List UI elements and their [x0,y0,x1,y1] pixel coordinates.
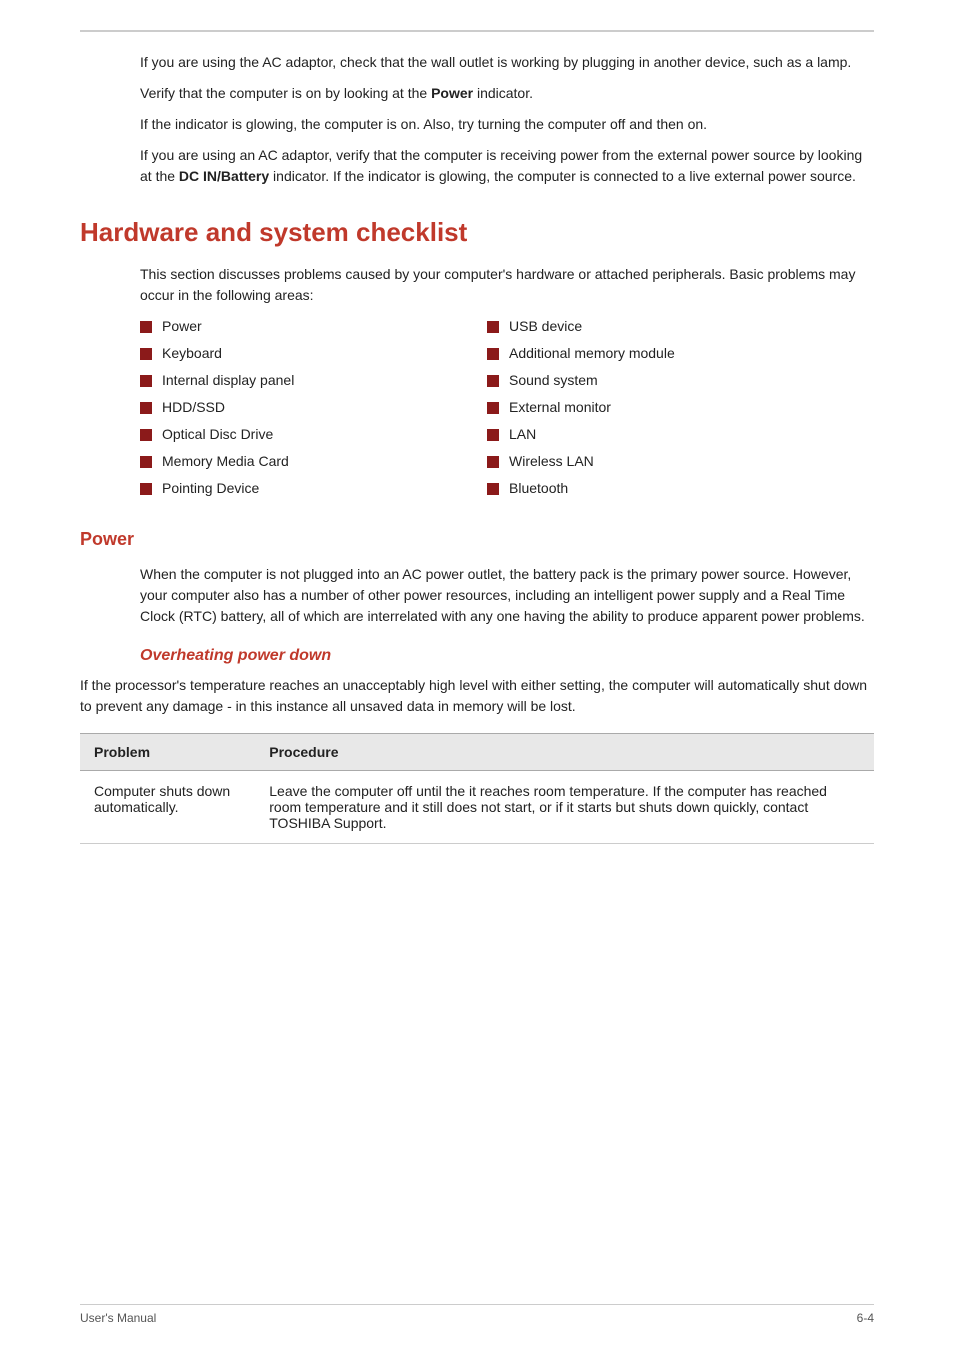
list-item: Bluetooth [487,478,814,499]
list-item: Power [140,316,467,337]
checklist-item-label: Bluetooth [509,478,568,499]
power-section-title: Power [80,529,874,550]
bullet-icon [487,456,499,468]
bullet-icon [140,429,152,441]
checklist-item-label: LAN [509,424,536,445]
checklist-item-label: Optical Disc Drive [162,424,273,445]
footer-right: 6-4 [857,1311,874,1325]
bullet-icon [487,348,499,360]
checklist-item-label: Internal display panel [162,370,294,391]
paragraph-2: Verify that the computer is on by lookin… [140,83,874,104]
list-item: Sound system [487,370,814,391]
list-item: Wireless LAN [487,451,814,472]
table-col-problem: Problem [80,734,255,771]
overheating-subsection-title: Overheating power down [80,647,874,665]
bullet-icon [140,375,152,387]
checklist-item-label: Sound system [509,370,598,391]
checklist-item-label: Power [162,316,202,337]
checklist-item-label: Memory Media Card [162,451,289,472]
list-item: HDD/SSD [140,397,467,418]
list-item: Additional memory module [487,343,814,364]
bullet-icon [140,348,152,360]
checklist-right-col: USB device Additional memory module Soun… [487,316,814,499]
power-body: When the computer is not plugged into an… [80,564,874,627]
list-item: Internal display panel [140,370,467,391]
table-col-procedure: Procedure [255,734,874,771]
top-rule [80,30,874,32]
bullet-icon [140,321,152,333]
checklist-grid: Power Keyboard Internal display panel HD… [140,316,814,499]
table-cell-procedure: Leave the computer off until the it reac… [255,771,874,844]
table-row: Computer shuts down automatically. Leave… [80,771,874,844]
bullet-icon [487,375,499,387]
list-item: Memory Media Card [140,451,467,472]
bullet-icon [140,456,152,468]
overheating-body: If the processor's temperature reaches a… [80,675,874,717]
checklist-left-col: Power Keyboard Internal display panel HD… [140,316,467,499]
bullet-icon [487,321,499,333]
list-item: Optical Disc Drive [140,424,467,445]
paragraph-4: If you are using an AC adaptor, verify t… [140,145,874,187]
bullet-icon [487,429,499,441]
paragraph-1: If you are using the AC adaptor, check t… [140,52,874,73]
footer-left: User's Manual [80,1311,156,1325]
page-footer: User's Manual 6-4 [80,1304,874,1325]
bullet-icon [487,483,499,495]
table-cell-problem: Computer shuts down automatically. [80,771,255,844]
list-item: LAN [487,424,814,445]
checklist-item-label: External monitor [509,397,611,418]
bullet-icon [140,483,152,495]
hardware-intro: This section discusses problems caused b… [80,264,874,306]
list-item: Keyboard [140,343,467,364]
checklist-item-label: USB device [509,316,582,337]
checklist-item-label: HDD/SSD [162,397,225,418]
checklist-item-label: Wireless LAN [509,451,594,472]
paragraph-3: If the indicator is glowing, the compute… [140,114,874,135]
problem-procedure-table: Problem Procedure Computer shuts down au… [80,733,874,844]
list-item: USB device [487,316,814,337]
checklist-item-label: Pointing Device [162,478,259,499]
power-section: Power When the computer is not plugged i… [80,529,874,844]
list-item: External monitor [487,397,814,418]
bullet-icon [140,402,152,414]
bullet-icon [487,402,499,414]
checklist-item-label: Additional memory module [509,343,675,364]
list-item: Pointing Device [140,478,467,499]
checklist-item-label: Keyboard [162,343,222,364]
hardware-section-title: Hardware and system checklist [80,217,874,248]
